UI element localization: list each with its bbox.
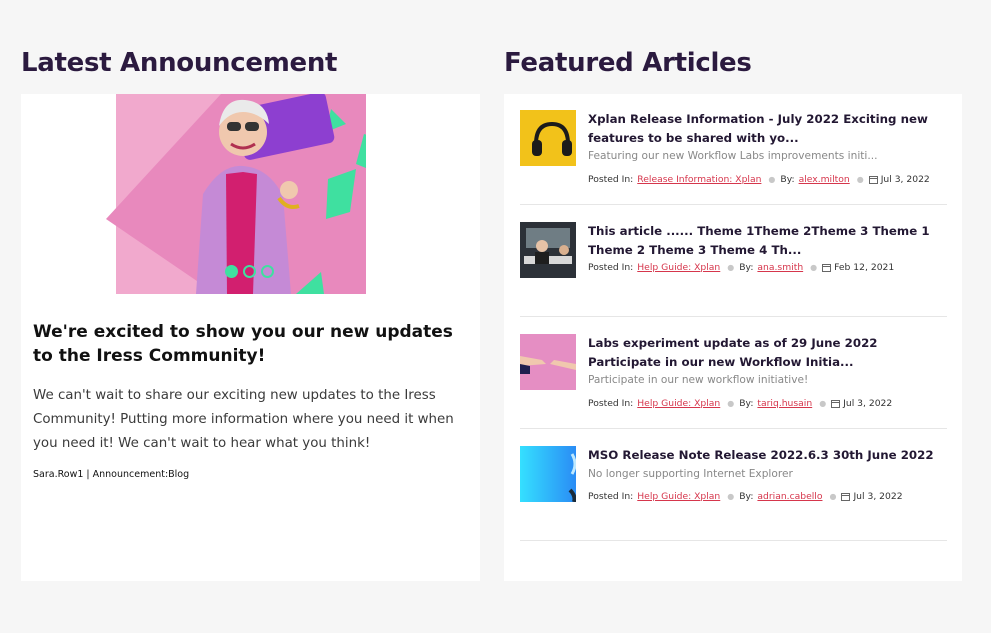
headphones-thumbnail[interactable] [520,110,576,166]
dot-separator: ● [727,399,735,408]
smiling-woman-image [196,94,335,294]
hands-thumbnail[interactable] [520,334,576,390]
category-link[interactable]: Help Guide: Xplan [637,262,720,273]
posted-in-label: Posted In: [588,491,634,502]
by-label: By: [739,398,754,409]
article-meta: Posted In: Help Guide: Xplan ● By: tariq… [588,398,892,409]
announcement-meta: Sara.Row1 | Announcement:Blog [33,469,190,480]
category-link[interactable]: Release Information: Xplan [637,174,761,185]
dot-separator: ● [829,492,837,501]
carousel-dot-2[interactable] [243,265,256,278]
author-link[interactable]: ana.smith [757,262,803,273]
meeting-thumbnail[interactable] [520,222,576,278]
article-excerpt: Featuring our new Workflow Labs improvem… [588,150,878,162]
article-title[interactable]: Xplan Release Information - July 2022 Ex… [588,110,944,148]
posted-in-label: Posted In: [588,262,634,273]
article-item[interactable]: MSO Release Note Release 2022.6.3 30th J… [520,446,947,541]
category-link[interactable]: Help Guide: Xplan [637,491,720,502]
calendar-icon [868,176,878,184]
carousel-dot-3[interactable] [261,265,274,278]
author-link[interactable]: alex.milton [799,174,850,185]
dot-separator: ● [727,263,735,272]
article-meta: Posted In: Release Information: Xplan ● … [588,174,930,185]
article-item[interactable]: This article ...... Theme 1Theme 2Theme … [520,222,947,317]
dot-separator: ● [810,263,818,272]
by-label: By: [739,491,754,502]
carousel-dots [225,265,274,278]
calendar-icon [841,493,851,501]
featured-articles-list: Xplan Release Information - July 2022 Ex… [504,94,962,581]
article-excerpt: No longer supporting Internet Explorer [588,468,793,480]
article-item[interactable]: Xplan Release Information - July 2022 Ex… [520,110,947,205]
featured-articles-title: Featured Articles [504,48,752,78]
calendar-icon [831,400,841,408]
dot-separator: ● [856,175,864,184]
article-item[interactable]: Labs experiment update as of 29 June 202… [520,334,947,429]
carousel-dot-1[interactable] [225,265,238,278]
announcement-heading[interactable]: We're excited to show you our new update… [33,320,463,368]
by-label: By: [780,174,795,185]
article-title[interactable]: Labs experiment update as of 29 June 202… [588,334,944,372]
author-link[interactable]: tariq.husain [757,398,812,409]
blue-gradient-thumbnail[interactable] [520,446,576,502]
announcement-card: We're excited to show you our new update… [21,94,480,581]
announcement-body: We can't wait to share our exciting new … [33,388,454,451]
calendar-icon [822,264,832,272]
latest-announcement-title: Latest Announcement [21,48,338,78]
posted-in-label: Posted In: [588,174,634,185]
by-label: By: [739,262,754,273]
article-date: Jul 3, 2022 [843,398,893,409]
article-excerpt: Participate in our new workflow initiati… [588,374,809,386]
article-date: Feb 12, 2021 [834,262,895,273]
article-meta: Posted In: Help Guide: Xplan ● By: ana.s… [588,262,894,273]
announcement-carousel[interactable] [21,94,480,294]
dot-separator: ● [727,492,735,501]
posted-in-label: Posted In: [588,398,634,409]
article-meta: Posted In: Help Guide: Xplan ● By: adria… [588,491,903,502]
article-date: Jul 3, 2022 [880,174,930,185]
author-link[interactable]: adrian.cabello [757,491,822,502]
article-date: Jul 3, 2022 [853,491,903,502]
dot-separator: ● [768,175,776,184]
article-title[interactable]: This article ...... Theme 1Theme 2Theme … [588,222,944,260]
article-title[interactable]: MSO Release Note Release 2022.6.3 30th J… [588,446,944,465]
dot-separator: ● [819,399,827,408]
category-link[interactable]: Help Guide: Xplan [637,398,720,409]
